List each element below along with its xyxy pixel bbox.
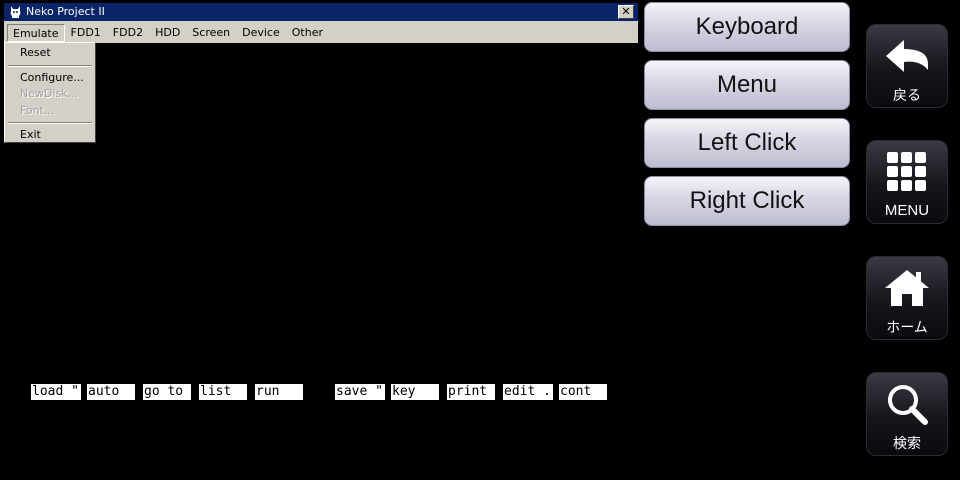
dropdown-item-exit[interactable]: Exit (20, 128, 41, 141)
dropdown-separator (8, 122, 92, 124)
menu-fdd1[interactable]: FDD1 (65, 24, 107, 42)
back-label: 戻る (893, 88, 921, 104)
home-label: ホーム (886, 320, 928, 336)
close-button[interactable]: ✕ (618, 5, 634, 19)
back-arrow-icon (867, 33, 947, 79)
window-title: Neko Project II (26, 5, 105, 18)
menu-fdd2[interactable]: FDD2 (107, 24, 149, 42)
emulator-window: Neko Project II ✕ Emulate FDD1 FDD2 HDD … (4, 3, 638, 43)
menu-screen[interactable]: Screen (186, 24, 236, 42)
menu-other[interactable]: Other (286, 24, 329, 42)
menu-device[interactable]: Device (236, 24, 286, 42)
dropdown-item-reset[interactable]: Reset (20, 46, 51, 59)
dropdown-item-newdisk: NewDisk... (20, 87, 79, 100)
function-key: save " (335, 384, 385, 400)
keyboard-button[interactable]: Keyboard (644, 2, 850, 52)
search-label: 検索 (893, 436, 921, 452)
menu-bar: Emulate FDD1 FDD2 HDD Screen Device Othe… (4, 22, 638, 43)
dropdown-separator (8, 65, 92, 67)
function-key: key (391, 384, 439, 400)
home-button[interactable]: ホーム (866, 256, 948, 340)
function-key: run (255, 384, 303, 400)
function-key: cont (559, 384, 607, 400)
function-key: print (447, 384, 495, 400)
menu-hdd[interactable]: HDD (149, 24, 186, 42)
menu-emulate[interactable]: Emulate (7, 23, 65, 42)
function-key: load " (31, 384, 81, 400)
emulate-dropdown: Reset Configure... NewDisk... Font... Ex… (4, 42, 96, 143)
search-icon (867, 381, 947, 427)
function-key: go to (143, 384, 191, 400)
search-button[interactable]: 検索 (866, 372, 948, 456)
menu-button[interactable]: Menu (644, 60, 850, 110)
function-key: edit . (503, 384, 553, 400)
function-key: list (199, 384, 247, 400)
menu-label: MENU (884, 202, 930, 219)
title-bar[interactable]: Neko Project II ✕ (4, 3, 638, 21)
dropdown-item-configure[interactable]: Configure... (20, 71, 84, 84)
home-icon (867, 265, 947, 311)
grid-icon (867, 149, 947, 195)
side-menu-button[interactable]: MENU (866, 140, 948, 224)
function-key: auto (87, 384, 135, 400)
right-click-button[interactable]: Right Click (644, 176, 850, 226)
dropdown-item-font: Font... (20, 104, 55, 117)
cat-app-icon (8, 4, 22, 19)
left-click-button[interactable]: Left Click (644, 118, 850, 168)
back-button[interactable]: 戻る (866, 24, 948, 108)
